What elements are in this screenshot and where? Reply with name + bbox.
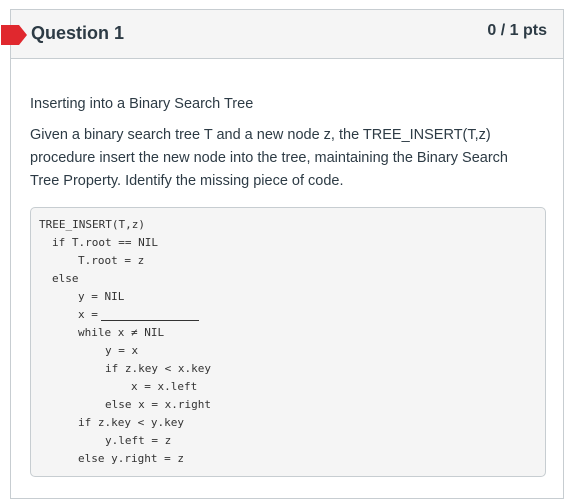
question-subtitle: Inserting into a Binary Search Tree [30, 96, 254, 112]
code-line: y.left = z [105, 434, 172, 447]
question-points: 0 / 1 pts [487, 22, 547, 39]
code-line: if T.root == NIL [52, 236, 158, 249]
code-line: if z.key < x.key [105, 362, 211, 375]
code-line: else y.right = z [78, 452, 184, 465]
question-title: Question 1 [31, 23, 125, 43]
question-body: Inserting into a Binary Search Tree Give… [11, 96, 563, 477]
quiz-question-card: Question 1 0 / 1 pts Inserting into a Bi… [1, 9, 564, 499]
code-line: x = x.left [131, 380, 198, 393]
question-text: Given a binary search tree T and a new n… [30, 127, 508, 189]
code-line: if z.key < y.key [78, 416, 184, 429]
code-block: TREE_INSERT(T,z) if T.root == NIL T.root… [30, 207, 546, 477]
code-line-blank-text: x = [78, 308, 98, 321]
flag-icon[interactable] [1, 21, 29, 49]
blank-answer-line [100, 310, 199, 321]
code-line: TREE_INSERT(T,z) [39, 218, 145, 231]
code-line: y = NIL [78, 290, 125, 303]
code-line: else x = x.right [105, 398, 211, 411]
question-header: Question 1 0 / 1 pts [1, 10, 563, 59]
code-line: T.root = z [78, 254, 145, 267]
code-line: else [52, 272, 79, 285]
code-line-blank: x = [78, 308, 199, 322]
code-line: while x ≠ NIL [78, 326, 165, 339]
code-line: y = x [105, 344, 139, 357]
